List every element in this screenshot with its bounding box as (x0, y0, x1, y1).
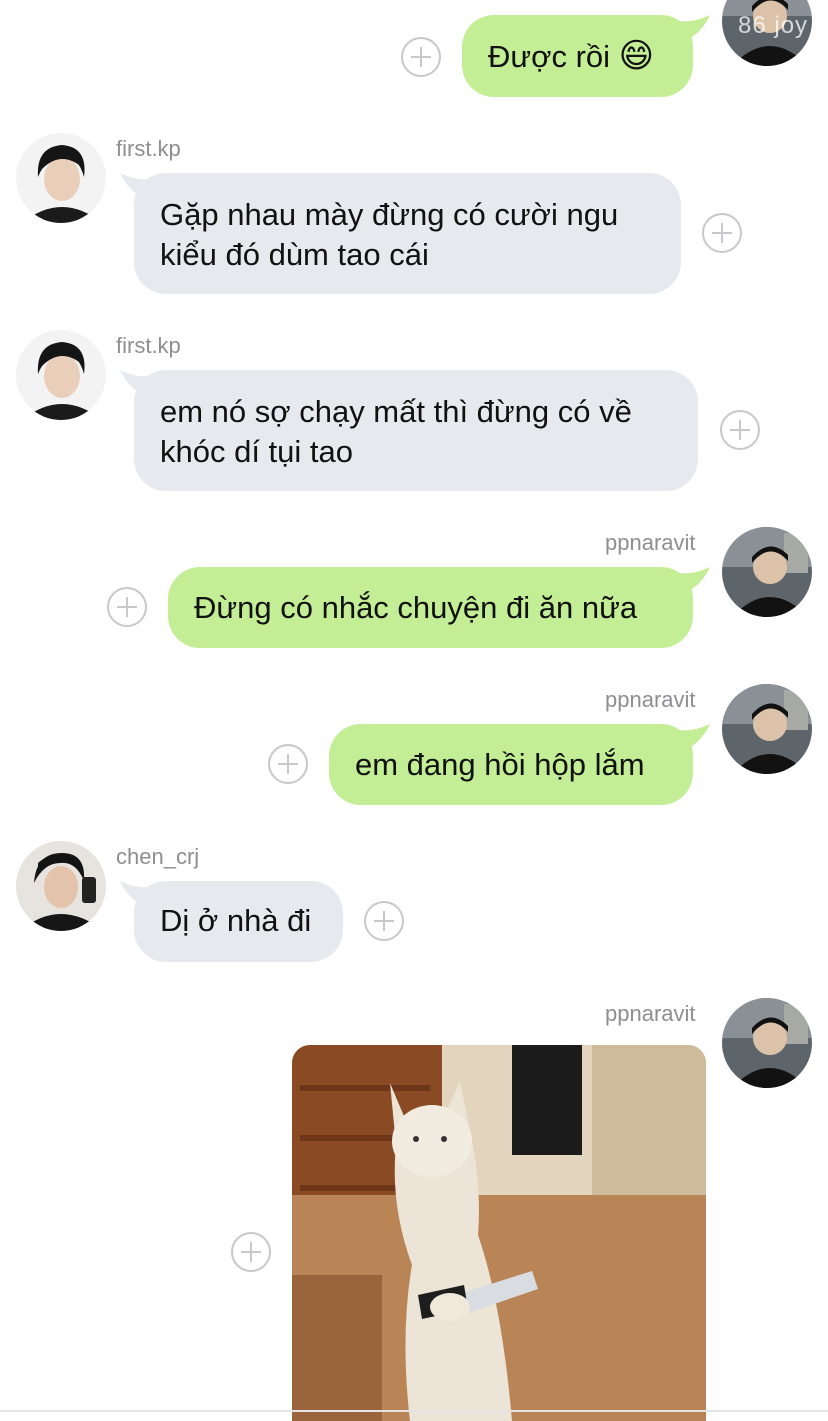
message-text: em đang hồi hộp lắm (355, 747, 645, 782)
message-text: Đừng có nhắc chuyện đi ăn nữa (194, 590, 638, 625)
message-line: em nó sợ chạy mất thì đừng có về (160, 394, 632, 429)
avatar-ppnaravit[interactable] (722, 998, 812, 1088)
avatar-first-kp[interactable] (16, 330, 106, 420)
message-text: Dị ở nhà đi (160, 903, 312, 938)
grinning-emoji-icon: 😄 (618, 37, 655, 75)
avatar-ppnaravit[interactable] (722, 684, 812, 774)
add-reaction-icon[interactable] (107, 587, 147, 627)
cat-with-knife-image (292, 1045, 706, 1421)
sender-name: ppnaravit (605, 687, 696, 712)
message-bubble-outgoing[interactable]: Đừng có nhắc chuyện đi ăn nữa (168, 567, 693, 648)
message-line: khóc dí tụi tao (160, 434, 354, 469)
watermark-text: 86 joy (738, 12, 809, 39)
add-reaction-icon[interactable] (702, 213, 742, 253)
message-line: kiểu đó dùm tao cái (160, 237, 429, 272)
sender-name: first.kp (116, 136, 181, 161)
add-reaction-icon[interactable] (268, 744, 308, 784)
message-bubble-outgoing[interactable]: em đang hồi hộp lắm (329, 724, 693, 805)
avatar-chen-crj[interactable] (16, 841, 106, 931)
message-bubble-incoming[interactable]: Gặp nhau mày đừng có cười ngu kiểu đó dù… (134, 173, 681, 294)
message-line: Gặp nhau mày đừng có cười ngu (160, 197, 619, 232)
avatar-first-kp[interactable] (16, 133, 106, 223)
message-bubble-outgoing[interactable]: Được rồi 😄 (462, 15, 693, 97)
add-reaction-icon[interactable] (364, 901, 404, 941)
avatar-ppnaravit[interactable] (722, 527, 812, 617)
chat-thread[interactable]: 86 joy Được rồi 😄 first.kp Gặp nhau mày … (0, 0, 828, 1421)
message-bubble-incoming[interactable]: Dị ở nhà đi (134, 881, 343, 962)
sender-name: ppnaravit (605, 530, 696, 555)
sender-name: ppnaravit (605, 1001, 696, 1026)
message-bubble-incoming[interactable]: em nó sợ chạy mất thì đừng có về khóc dí… (134, 370, 698, 491)
sender-name: first.kp (116, 333, 181, 358)
sender-name: chen_crj (116, 844, 200, 869)
add-reaction-icon[interactable] (231, 1232, 271, 1272)
add-reaction-icon[interactable] (720, 410, 760, 450)
add-reaction-icon[interactable] (401, 37, 441, 77)
message-text: Được rồi (488, 39, 611, 74)
image-message[interactable] (292, 1045, 706, 1421)
divider (0, 1410, 828, 1412)
